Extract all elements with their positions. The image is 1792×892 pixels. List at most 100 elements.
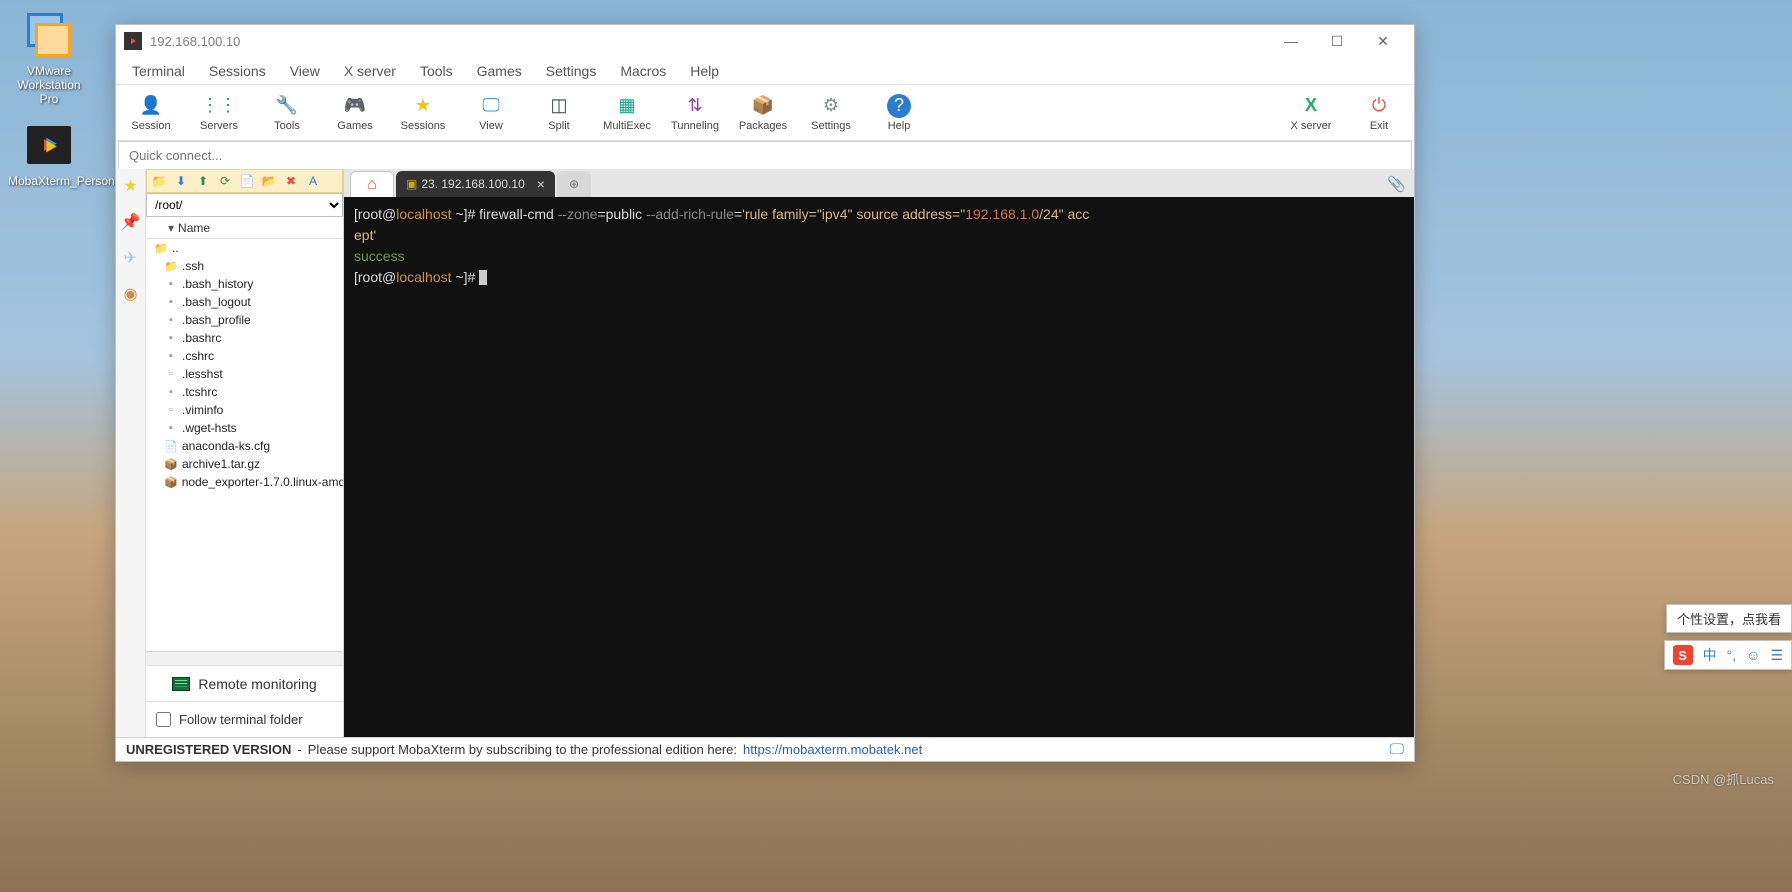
file-label: .bash_profile: [182, 313, 251, 327]
delete-icon[interactable]: ✖: [283, 173, 299, 189]
file-icon: 📦: [164, 475, 178, 489]
tab-home[interactable]: ⌂: [350, 171, 394, 197]
file-label: .lesshst: [182, 367, 223, 381]
follow-terminal-label: Follow terminal folder: [179, 712, 303, 727]
ime-punct-icon[interactable]: °,: [1727, 647, 1737, 663]
rename-icon[interactable]: A: [305, 173, 321, 189]
view-button[interactable]: 🖵View: [462, 94, 520, 132]
help-button[interactable]: ?Help: [870, 94, 928, 132]
quick-connect-input[interactable]: [119, 142, 1411, 169]
menu-tools[interactable]: Tools: [410, 59, 463, 83]
desktop-icon-vmware[interactable]: VMware Workstation Pro: [8, 10, 90, 106]
file-row[interactable]: ▫.lesshst: [146, 365, 343, 383]
file-label: .tcshrc: [182, 385, 217, 399]
upload-icon[interactable]: ⬆: [195, 173, 211, 189]
xserver-icon: X: [1299, 94, 1323, 118]
terminal-output[interactable]: [root@localhost ~]# firewall-cmd --zone=…: [344, 197, 1414, 737]
cursor: [479, 270, 487, 285]
menu-x-server[interactable]: X server: [334, 59, 406, 83]
file-row[interactable]: 📁 .ssh: [146, 257, 343, 275]
status-link[interactable]: https://mobaxterm.mobatek.net: [743, 742, 922, 757]
menu-help[interactable]: Help: [680, 59, 729, 83]
follow-terminal-checkbox[interactable]: [156, 712, 171, 727]
session-icon: 👤: [139, 94, 163, 118]
remote-monitoring-button[interactable]: Remote monitoring: [146, 665, 343, 701]
file-row[interactable]: ▪.cshrc: [146, 347, 343, 365]
tunneling-button[interactable]: ⇅Tunneling: [666, 94, 724, 132]
session-button[interactable]: 👤Session: [122, 94, 180, 132]
monitor-icon: [172, 677, 190, 691]
desktop-icon-mobaxterm[interactable]: MobaXterm_Personal_2...: [8, 120, 90, 188]
menu-settings[interactable]: Settings: [536, 59, 607, 83]
ime-toolbar[interactable]: S 中 °, ☺ ☰: [1664, 640, 1792, 670]
attachment-icon[interactable]: 📎: [1387, 175, 1406, 193]
file-row[interactable]: ▪ .tcshrc: [146, 383, 343, 401]
globe-icon[interactable]: ◉: [120, 283, 142, 305]
ime-menu-icon[interactable]: ☰: [1770, 647, 1783, 664]
servers-button[interactable]: ⋮⋮Servers: [190, 94, 248, 132]
favorites-icon[interactable]: ★: [120, 175, 142, 197]
file-row[interactable]: ▪.bash_profile: [146, 311, 343, 329]
menu-terminal[interactable]: Terminal: [122, 59, 195, 83]
status-screen-icon[interactable]: 🖵: [1390, 741, 1404, 758]
open-folder-icon[interactable]: 📁: [151, 173, 167, 189]
file-row[interactable]: 📦node_exporter-1.7.0.linux-amd: [146, 473, 343, 491]
sidebar: 📁⬇⬆⟳📄📂✖A /root/ ▾Name 📁..📁.ssh▪.bash_his…: [146, 169, 344, 737]
multiexec-button[interactable]: ▦MultiExec: [598, 94, 656, 132]
tools-button[interactable]: 🔧Tools: [258, 94, 316, 132]
pin-icon[interactable]: 📌: [120, 211, 142, 233]
menu-macros[interactable]: Macros: [610, 59, 676, 83]
app-logo-icon: [124, 32, 142, 50]
file-row[interactable]: ▪.wget-hsts: [146, 419, 343, 437]
file-label: .ssh: [182, 259, 204, 273]
newfile-icon[interactable]: 📄: [239, 173, 255, 189]
scrollbar-stub[interactable]: [146, 651, 343, 665]
file-row[interactable]: ▪.bashrc: [146, 329, 343, 347]
games-button[interactable]: 🎮Games: [326, 94, 384, 132]
titlebar[interactable]: 192.168.100.10 — ☐ ✕: [116, 25, 1414, 57]
ime-popup[interactable]: 个性设置，点我看: [1666, 604, 1792, 633]
xserver-button[interactable]: XX server: [1282, 94, 1340, 132]
tab-session-active[interactable]: ▣ 23. 192.168.100.10 ×: [396, 171, 555, 197]
menu-sessions[interactable]: Sessions: [199, 59, 276, 83]
toolbar: 👤Session ⋮⋮Servers 🔧Tools 🎮Games ★Sessions 🖵V…: [116, 85, 1414, 141]
maximize-button[interactable]: ☐: [1314, 25, 1360, 57]
macros-icon[interactable]: ✈: [120, 247, 142, 269]
file-row[interactable]: 📄anaconda-ks.cfg: [146, 437, 343, 455]
tab-close-icon[interactable]: ×: [537, 176, 545, 192]
file-row[interactable]: ▪.bash_history: [146, 275, 343, 293]
file-icon: 📁: [164, 259, 178, 273]
split-button[interactable]: ◫Split: [530, 94, 588, 132]
status-text: Please support MobaXterm by subscribing …: [308, 742, 737, 757]
packages-icon: 📦: [751, 94, 775, 118]
tab-new[interactable]: ⊕: [557, 171, 591, 197]
file-row[interactable]: 📦archive1.tar.gz: [146, 455, 343, 473]
tools-icon: 🔧: [275, 94, 299, 118]
vmware-icon: [24, 10, 74, 60]
file-label: archive1.tar.gz: [182, 457, 260, 471]
menu-games[interactable]: Games: [467, 59, 532, 83]
menu-view[interactable]: View: [280, 59, 330, 83]
path-select[interactable]: /root/: [146, 193, 343, 217]
file-row[interactable]: ▫.viminfo: [146, 401, 343, 419]
file-label: anaconda-ks.cfg: [182, 439, 270, 453]
refresh-icon[interactable]: ⟳: [217, 173, 233, 189]
tunneling-icon: ⇅: [683, 94, 707, 118]
file-column-header[interactable]: Name: [178, 221, 210, 235]
file-row[interactable]: 📁..: [146, 239, 343, 257]
settings-button[interactable]: ⚙Settings: [802, 94, 860, 132]
view-icon: 🖵: [479, 94, 503, 118]
file-icon: ▪: [164, 385, 178, 399]
ime-lang[interactable]: 中: [1703, 645, 1717, 665]
sessions-button[interactable]: ★Sessions: [394, 94, 452, 132]
newfolder-icon[interactable]: 📂: [261, 173, 277, 189]
file-row[interactable]: ▪.bash_logout: [146, 293, 343, 311]
ime-face-icon[interactable]: ☺: [1746, 647, 1760, 663]
servers-icon: ⋮⋮: [207, 94, 231, 118]
close-button[interactable]: ✕: [1360, 25, 1406, 57]
minimize-button[interactable]: —: [1268, 25, 1314, 57]
packages-button[interactable]: 📦Packages: [734, 94, 792, 132]
menu-bar: TerminalSessionsViewX serverToolsGamesSe…: [116, 57, 1414, 85]
exit-button[interactable]: ⏻Exit: [1350, 94, 1408, 132]
download-icon[interactable]: ⬇: [173, 173, 189, 189]
